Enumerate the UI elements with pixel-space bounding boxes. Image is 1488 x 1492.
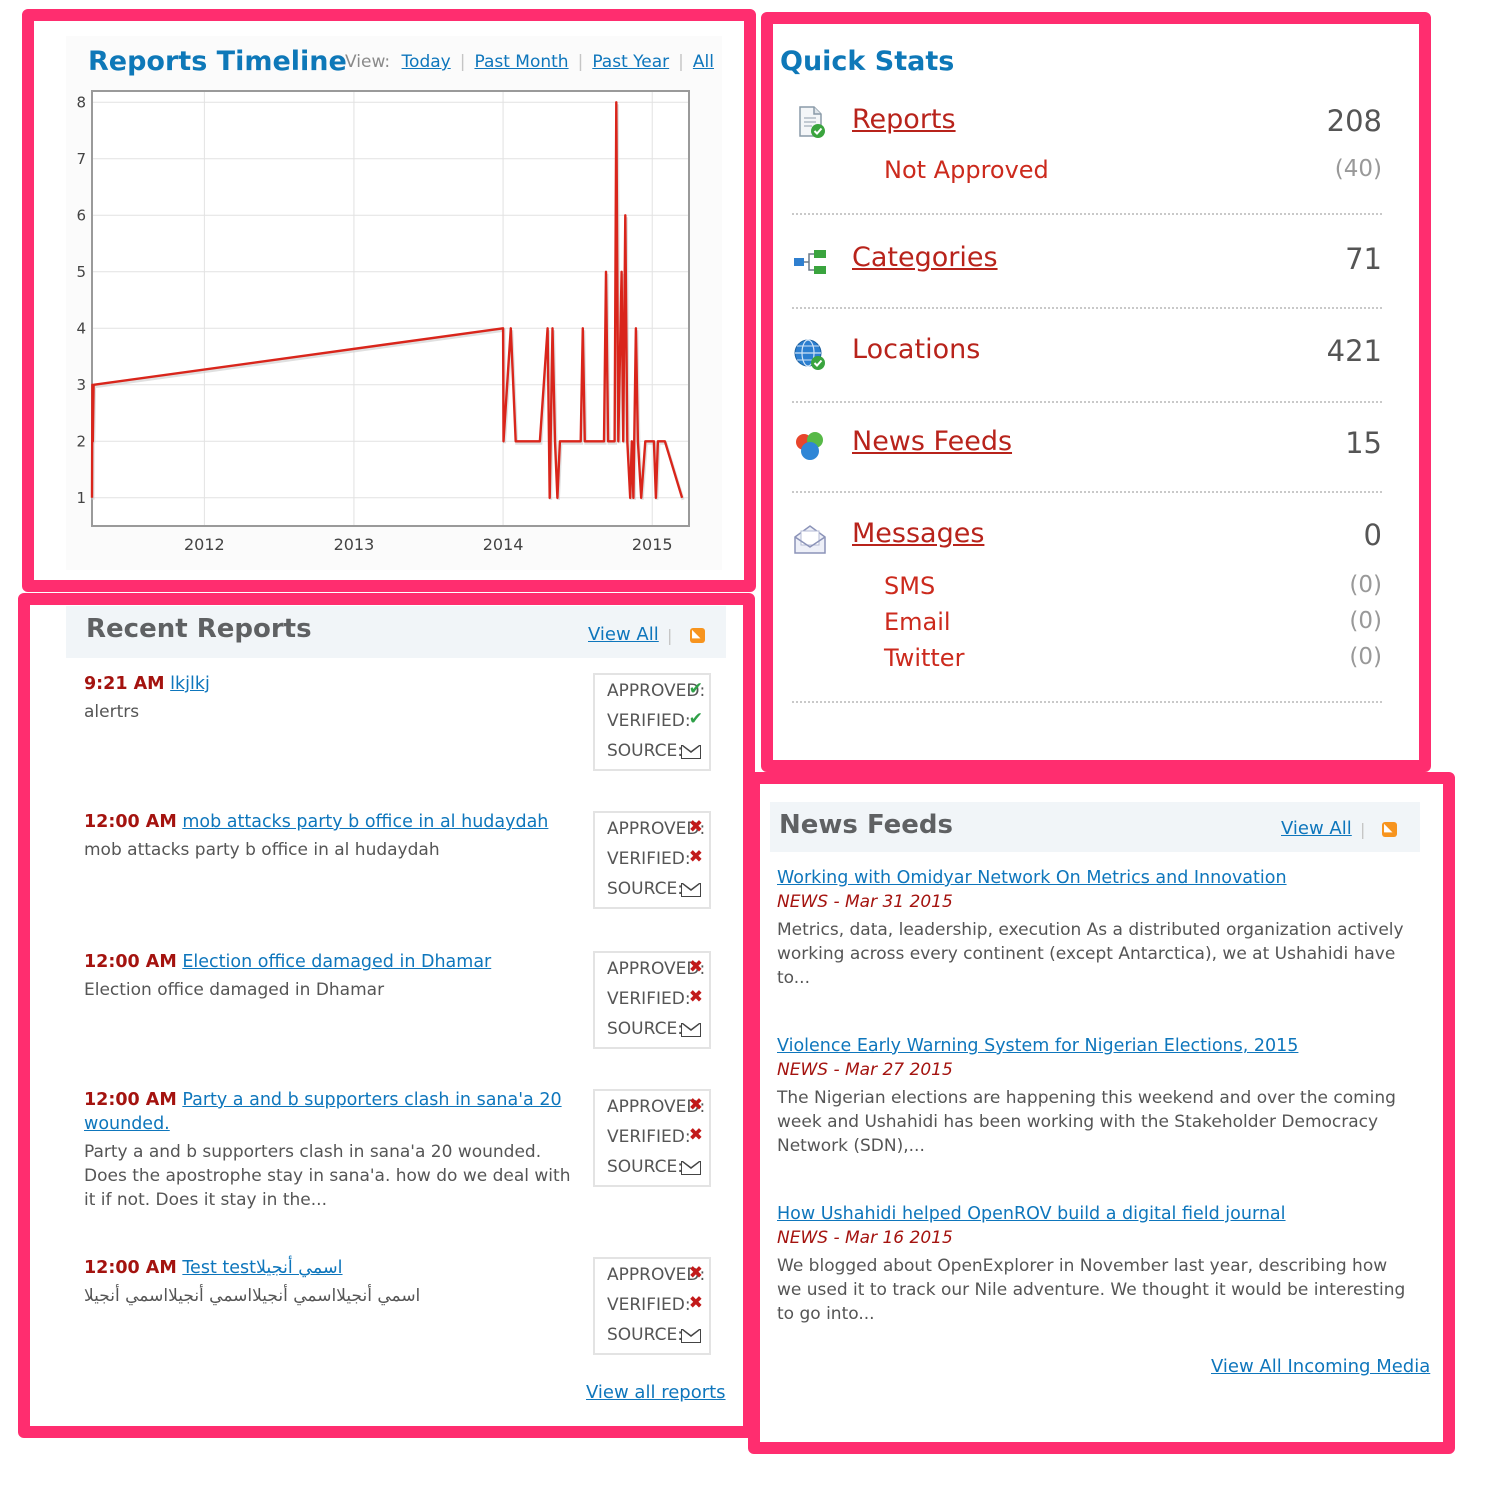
highlight-frame-news-feeds (748, 772, 1455, 1454)
highlight-frame-recent-reports (18, 593, 755, 1438)
highlight-frame-quick-stats (761, 12, 1431, 772)
highlight-frame-timeline (22, 9, 756, 592)
